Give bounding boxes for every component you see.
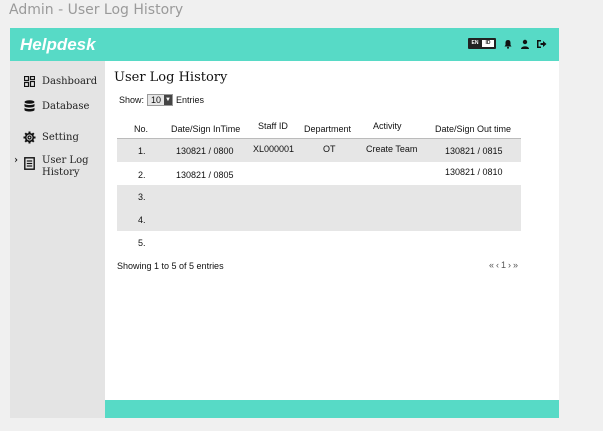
col-signin: Date/Sign InTime xyxy=(171,124,241,134)
sidebar-item-label: Database xyxy=(42,100,90,112)
table-row[interactable]: 3. xyxy=(117,185,521,208)
cell-no: 4. xyxy=(138,215,146,225)
sidebar-item-user-log-history[interactable]: › User Log History xyxy=(10,155,89,179)
cell-signin: 130821 / 0805 xyxy=(176,170,234,180)
table-row[interactable]: 5. xyxy=(117,231,521,254)
first-page-button[interactable]: « xyxy=(489,260,494,270)
sidebar-item-label-line1: User Log xyxy=(42,155,89,166)
col-activity: Activity xyxy=(373,121,402,131)
entries-select-value: 10 xyxy=(151,95,162,105)
page-1-button[interactable]: 1 xyxy=(501,260,506,270)
cell-no: 5. xyxy=(138,238,146,248)
col-signout: Date/Sign Out time xyxy=(435,124,512,134)
entries-label: Entries xyxy=(176,95,205,105)
database-icon xyxy=(22,99,36,113)
sidebar-item-label: Dashboard xyxy=(42,75,98,87)
logout-icon[interactable] xyxy=(536,38,547,49)
cell-signout: 130821 / 0815 xyxy=(445,146,503,156)
sidebar-item-label: Setting xyxy=(42,131,79,143)
entries-selector-row: Show: 10 ▼ Entries xyxy=(119,94,204,106)
col-staff-id: Staff ID xyxy=(258,121,288,131)
cell-no: 1. xyxy=(138,146,146,156)
sidebar-item-dashboard[interactable]: Dashboard xyxy=(10,74,97,88)
cell-activity: Create Team xyxy=(366,144,418,154)
brand-logo[interactable]: Helpdesk xyxy=(20,35,96,55)
table-row[interactable]: 2. 130821 / 0805 130821 / 0810 xyxy=(117,162,521,185)
lang-en[interactable]: EN xyxy=(469,39,481,48)
cell-no: 2. xyxy=(138,170,146,180)
table-row[interactable]: 4. xyxy=(117,208,521,231)
footer-bar xyxy=(105,400,559,418)
table-info: Showing 1 to 5 of 5 entries xyxy=(117,261,224,271)
language-toggle[interactable]: EN ID xyxy=(468,38,496,49)
table-header: No. Date/Sign InTime Staff ID Department… xyxy=(117,115,521,139)
cell-signout: 130821 / 0810 xyxy=(445,167,503,177)
chevron-right-icon: › xyxy=(14,155,18,166)
cell-department: OT xyxy=(323,144,336,154)
document-icon xyxy=(22,156,36,170)
bell-icon[interactable] xyxy=(502,38,513,49)
sidebar-item-database[interactable]: Database xyxy=(10,99,89,113)
page-title: User Log History xyxy=(114,70,228,85)
pagination: « ‹ 1 › » xyxy=(489,260,518,270)
next-page-button[interactable]: › xyxy=(508,260,511,270)
entries-select[interactable]: 10 ▼ xyxy=(147,94,174,106)
user-icon[interactable] xyxy=(519,38,530,49)
last-page-button[interactable]: » xyxy=(513,260,518,270)
table-row[interactable]: 1. 130821 / 0800 XL000001 OT Create Team… xyxy=(117,139,521,162)
gear-icon xyxy=(22,130,36,144)
col-department: Department xyxy=(304,124,352,134)
cell-no: 3. xyxy=(138,192,146,202)
sidebar: Dashboard Database Setting › User Log Hi… xyxy=(10,61,105,418)
sidebar-item-label-line2: History xyxy=(42,167,80,178)
chevron-down-icon: ▼ xyxy=(164,95,173,105)
sidebar-item-setting[interactable]: Setting xyxy=(10,130,79,144)
grid-icon xyxy=(22,74,36,88)
cell-signin: 130821 / 0800 xyxy=(176,146,234,156)
top-header: Helpdesk EN ID xyxy=(10,28,559,61)
prev-page-button[interactable]: ‹ xyxy=(496,260,499,270)
col-no: No. xyxy=(134,124,149,134)
lang-id[interactable]: ID xyxy=(482,40,494,47)
log-table: No. Date/Sign InTime Staff ID Department… xyxy=(117,115,521,254)
header-actions: EN ID xyxy=(468,38,547,49)
main-panel: User Log History Show: 10 ▼ Entries No. … xyxy=(105,61,559,400)
show-label: Show: xyxy=(119,95,145,105)
cell-staff-id: XL000001 xyxy=(253,144,295,154)
window-title: Admin - User Log History xyxy=(9,2,184,18)
